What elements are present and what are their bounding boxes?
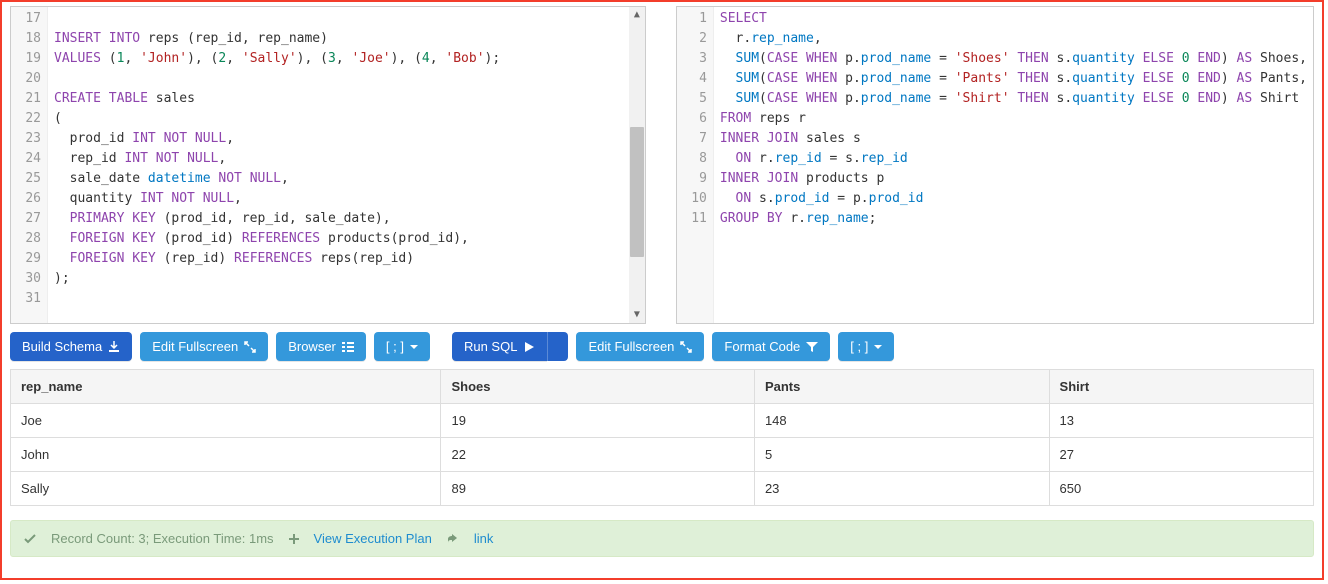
table-cell: 23 bbox=[754, 472, 1049, 506]
run-sql-split-button: Run SQL bbox=[452, 332, 568, 361]
view-execution-plan-link[interactable]: View Execution Plan bbox=[314, 531, 432, 546]
scroll-up-icon[interactable]: ▲ bbox=[629, 7, 645, 23]
tree-icon bbox=[342, 341, 354, 353]
table-cell: Joe bbox=[11, 404, 441, 438]
share-icon bbox=[446, 532, 460, 546]
table-cell: 148 bbox=[754, 404, 1049, 438]
permalink-link[interactable]: link bbox=[474, 531, 494, 546]
run-sql-button[interactable]: Run SQL bbox=[452, 332, 547, 361]
results-header-cell[interactable]: Shirt bbox=[1049, 370, 1313, 404]
terminator-dropdown[interactable]: [ ; ] bbox=[374, 332, 430, 361]
build-schema-label: Build Schema bbox=[22, 339, 102, 354]
fullscreen-icon bbox=[680, 341, 692, 353]
table-cell: Sally bbox=[11, 472, 441, 506]
status-bar: Record Count: 3; Execution Time: 1ms Vie… bbox=[10, 520, 1314, 557]
play-icon bbox=[523, 341, 535, 353]
run-sql-dropdown[interactable] bbox=[547, 332, 568, 361]
editor-panes: 171819202122232425262728293031 INSERT IN… bbox=[2, 2, 1322, 324]
table-row: Sally8923650 bbox=[11, 472, 1314, 506]
query-editor-code[interactable]: SELECT r.rep_name, SUM(CASE WHEN p.prod_… bbox=[714, 7, 1313, 323]
check-icon bbox=[23, 532, 37, 546]
table-row: Joe1914813 bbox=[11, 404, 1314, 438]
plus-icon bbox=[288, 533, 300, 545]
query-editor-gutter: 1234567891011 bbox=[677, 7, 714, 323]
schema-editor[interactable]: 171819202122232425262728293031 INSERT IN… bbox=[10, 6, 646, 324]
edit-fullscreen-label: Edit Fullscreen bbox=[588, 339, 674, 354]
table-cell: 13 bbox=[1049, 404, 1313, 438]
table-cell: 19 bbox=[441, 404, 754, 438]
fullscreen-icon bbox=[244, 341, 256, 353]
browser-button[interactable]: Browser bbox=[276, 332, 366, 361]
schema-toolbar: Build Schema Edit Fullscreen Browser [ ;… bbox=[2, 324, 438, 365]
results-table: rep_nameShoesPantsShirt Joe1914813John22… bbox=[10, 369, 1314, 506]
browser-label: Browser bbox=[288, 339, 336, 354]
format-code-button[interactable]: Format Code bbox=[712, 332, 830, 361]
table-cell: John bbox=[11, 438, 441, 472]
table-cell: 22 bbox=[441, 438, 754, 472]
schema-editor-code[interactable]: INSERT INTO reps (rep_id, rep_name)VALUE… bbox=[48, 7, 645, 323]
terminator-label: [ ; ] bbox=[850, 339, 868, 354]
table-cell: 5 bbox=[754, 438, 1049, 472]
results-header-cell[interactable]: Pants bbox=[754, 370, 1049, 404]
terminator-label: [ ; ] bbox=[386, 339, 404, 354]
edit-fullscreen-button[interactable]: Edit Fullscreen bbox=[140, 332, 268, 361]
format-code-label: Format Code bbox=[724, 339, 800, 354]
table-cell: 89 bbox=[441, 472, 754, 506]
results-header-cell[interactable]: rep_name bbox=[11, 370, 441, 404]
table-cell: 650 bbox=[1049, 472, 1313, 506]
caret-down-icon bbox=[874, 345, 882, 349]
status-text: Record Count: 3; Execution Time: 1ms bbox=[51, 531, 274, 546]
table-row: John22527 bbox=[11, 438, 1314, 472]
filter-icon bbox=[806, 341, 818, 353]
app-frame: 171819202122232425262728293031 INSERT IN… bbox=[0, 0, 1324, 580]
edit-fullscreen-label: Edit Fullscreen bbox=[152, 339, 238, 354]
build-schema-button[interactable]: Build Schema bbox=[10, 332, 132, 361]
results-header-cell[interactable]: Shoes bbox=[441, 370, 754, 404]
run-sql-label: Run SQL bbox=[464, 339, 517, 354]
query-toolbar: Run SQL Edit Fullscreen Format Code bbox=[452, 324, 902, 365]
results-header-row: rep_nameShoesPantsShirt bbox=[11, 370, 1314, 404]
caret-down-icon bbox=[410, 345, 418, 349]
terminator-dropdown-right[interactable]: [ ; ] bbox=[838, 332, 894, 361]
schema-editor-scrollbar[interactable]: ▲ ▼ bbox=[629, 7, 645, 323]
query-editor[interactable]: 1234567891011 SELECT r.rep_name, SUM(CAS… bbox=[676, 6, 1314, 324]
toolbars: Build Schema Edit Fullscreen Browser [ ;… bbox=[2, 324, 1322, 365]
table-cell: 27 bbox=[1049, 438, 1313, 472]
scroll-thumb[interactable] bbox=[630, 127, 644, 257]
scroll-down-icon[interactable]: ▼ bbox=[629, 307, 645, 323]
download-icon bbox=[108, 341, 120, 353]
schema-editor-gutter: 171819202122232425262728293031 bbox=[11, 7, 48, 323]
edit-fullscreen-button-right[interactable]: Edit Fullscreen bbox=[576, 332, 704, 361]
